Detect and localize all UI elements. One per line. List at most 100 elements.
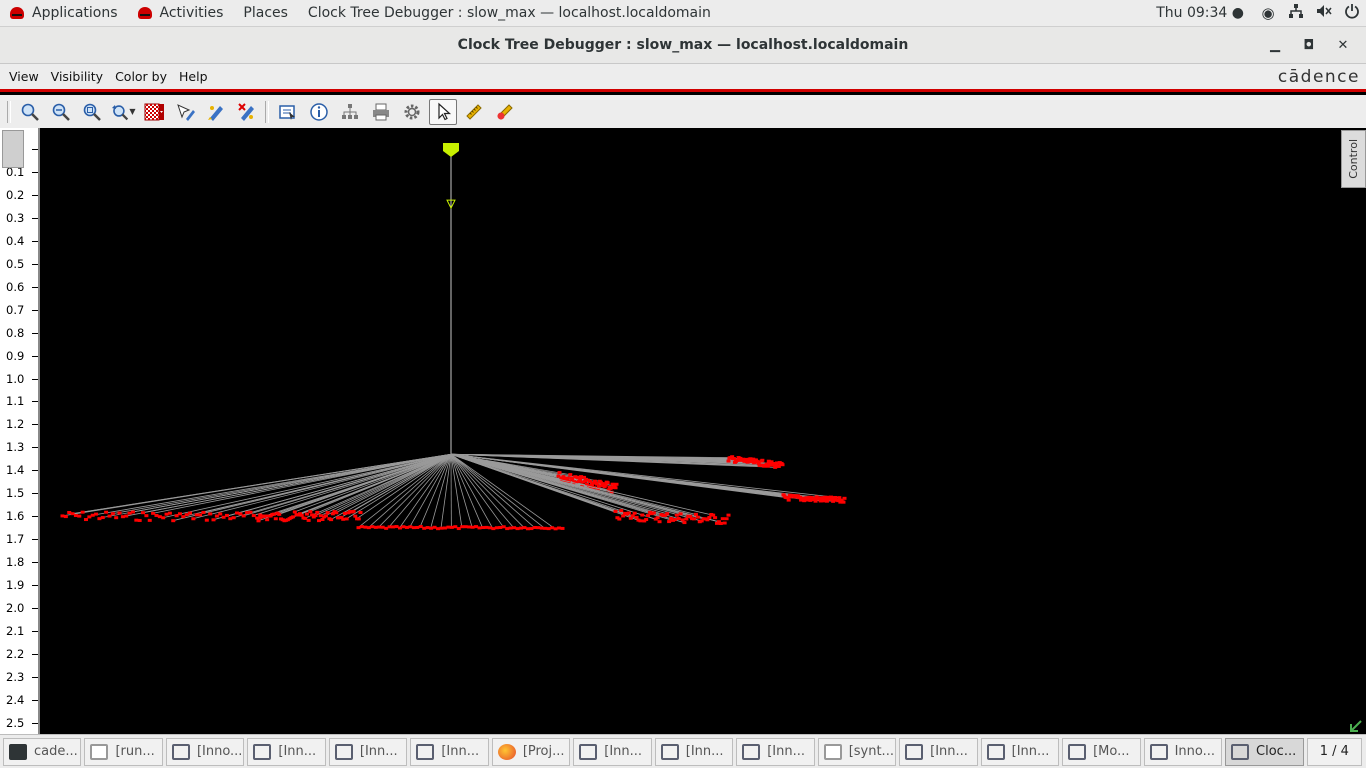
clock-sink xyxy=(722,521,727,525)
corner-resize-icon[interactable] xyxy=(1350,720,1362,732)
highlight-pen-icon[interactable] xyxy=(202,99,230,125)
clock-sink xyxy=(188,511,193,515)
taskbar-item[interactable]: [Mo... xyxy=(1062,737,1141,766)
clock-sink xyxy=(532,525,537,529)
window-icon xyxy=(1068,743,1087,760)
clock-sink xyxy=(674,513,679,517)
clock-sink xyxy=(470,525,475,529)
network-icon[interactable]: ◉ xyxy=(1254,4,1282,22)
window-list-taskbar: cade... [run... [Inno... [Inn... [Inn... [Inn… xyxy=(0,734,1366,768)
applications-menu[interactable]: Applications xyxy=(0,0,128,27)
taskbar-item[interactable]: [synt... xyxy=(817,737,897,766)
ruler-tick-label: 0.4 xyxy=(6,233,25,248)
clock-sink xyxy=(617,517,622,521)
zoom-fit-icon[interactable] xyxy=(78,99,106,125)
clock-sink xyxy=(707,516,712,520)
zoom-in-icon[interactable] xyxy=(16,99,44,125)
clock-tree-canvas[interactable]: 0.00.10.20.30.40.50.60.70.80.91.01.11.21… xyxy=(0,128,1366,734)
hierarchy-icon[interactable] xyxy=(336,99,364,125)
zoom-out-icon[interactable] xyxy=(47,99,75,125)
ruler-tick-label: 1.6 xyxy=(6,509,25,524)
taskbar-item[interactable]: [Inn... xyxy=(980,737,1060,766)
toolbar-grip[interactable] xyxy=(7,100,11,123)
ruler-tick-mark xyxy=(32,653,38,655)
clock-sink xyxy=(498,525,503,529)
window-title-bar[interactable]: Clock Tree Debugger : slow_max — localho… xyxy=(0,27,1366,64)
ruler-tool-icon[interactable] xyxy=(460,99,488,125)
redhat-icon xyxy=(137,7,152,19)
taskbar-item[interactable]: [Inno... xyxy=(165,737,245,766)
activities-button[interactable]: Activities xyxy=(128,0,234,27)
taskbar-item[interactable]: [Proj... xyxy=(491,737,571,766)
clock-sink xyxy=(676,516,681,520)
menu-visibility[interactable]: Visibility xyxy=(45,69,109,84)
minimize-button[interactable]: ▁ xyxy=(1258,38,1292,53)
taskbar-item[interactable]: Cloc... xyxy=(1225,737,1304,766)
ruler-tick-label: 0.9 xyxy=(6,348,25,363)
clock-sink xyxy=(638,519,643,523)
clock-sink xyxy=(291,515,296,519)
workspace-indicator[interactable]: 1 / 4 xyxy=(1306,737,1363,766)
taskbar-item[interactable]: Inno... xyxy=(1143,737,1223,766)
settings-icon[interactable] xyxy=(398,99,426,125)
clock-sink xyxy=(171,519,176,523)
maximize-button[interactable]: ◘ xyxy=(1292,38,1326,53)
taskbar-item[interactable]: [run... xyxy=(84,737,163,766)
clock-sink xyxy=(366,526,371,530)
clock-sink xyxy=(632,511,637,515)
ruler-tick-mark xyxy=(32,424,38,426)
window-icon xyxy=(334,743,353,760)
menu-color-by[interactable]: Color by xyxy=(109,69,173,84)
taskbar-item[interactable]: [Inn... xyxy=(736,737,815,766)
clock-sink xyxy=(277,512,282,516)
clock-sink xyxy=(724,517,729,521)
places-menu[interactable]: Places xyxy=(233,0,298,27)
clock-sink xyxy=(667,520,672,524)
clock-sink xyxy=(377,525,382,529)
clock-sink xyxy=(208,512,213,516)
taskbar-item[interactable]: [Inn... xyxy=(247,737,326,766)
power-icon[interactable] xyxy=(1338,3,1366,23)
menu-help[interactable]: Help xyxy=(173,69,214,84)
ruler-tick-mark xyxy=(32,171,38,173)
clock-root-icon xyxy=(443,143,459,157)
menu-view[interactable]: View xyxy=(0,69,45,84)
taskbar-item[interactable]: [Inn... xyxy=(328,737,408,766)
taskbar-item-label: [run... xyxy=(115,744,155,759)
eraser-ruler-icon[interactable] xyxy=(491,99,519,125)
ruler-tick-label: 2.1 xyxy=(6,623,25,638)
clock-sink xyxy=(218,512,223,516)
undo-zoom-icon[interactable]: ▼ xyxy=(109,99,137,125)
clock-sink xyxy=(487,526,492,530)
clock-sink xyxy=(292,510,297,514)
taskbar-item[interactable]: [Inn... xyxy=(654,737,734,766)
taskbar-item[interactable]: [Inn... xyxy=(410,737,489,766)
activities-label: Activities xyxy=(159,5,224,21)
clock-sink xyxy=(436,527,441,531)
taskbar-item[interactable]: [Inn... xyxy=(573,737,652,766)
clock-sink xyxy=(117,511,122,515)
volume-icon[interactable] xyxy=(1310,3,1338,23)
pointer-icon[interactable] xyxy=(428,98,457,125)
taskbar-item[interactable]: [Inn... xyxy=(899,737,978,766)
close-button[interactable]: ✕ xyxy=(1326,38,1360,53)
delay-ruler[interactable]: 0.00.10.20.30.40.50.60.70.80.91.01.11.21… xyxy=(0,128,40,734)
taskbar-item[interactable]: cade... xyxy=(3,737,82,766)
clock-sink xyxy=(693,512,698,516)
print-icon[interactable] xyxy=(367,99,395,125)
clear-highlight-icon[interactable] xyxy=(233,99,261,125)
clock-sink xyxy=(373,525,378,529)
clock[interactable]: Thu 09:34 ● xyxy=(1146,0,1254,27)
clock-label: Thu 09:34 ● xyxy=(1156,5,1244,21)
color-palette-icon[interactable] xyxy=(140,99,168,125)
net-view-icon[interactable] xyxy=(274,99,302,125)
clock-sink xyxy=(397,526,402,530)
control-panel-tab[interactable]: Control xyxy=(1341,130,1366,188)
connection-icon[interactable] xyxy=(1282,3,1310,23)
clock-tree-plot[interactable] xyxy=(40,128,1340,734)
clock-sink xyxy=(613,509,618,513)
ruler-mode-tab[interactable] xyxy=(2,130,24,168)
info-icon[interactable] xyxy=(305,99,333,125)
active-window-title[interactable]: Clock Tree Debugger : slow_max — localho… xyxy=(298,0,721,27)
select-pen-icon[interactable] xyxy=(171,99,199,125)
